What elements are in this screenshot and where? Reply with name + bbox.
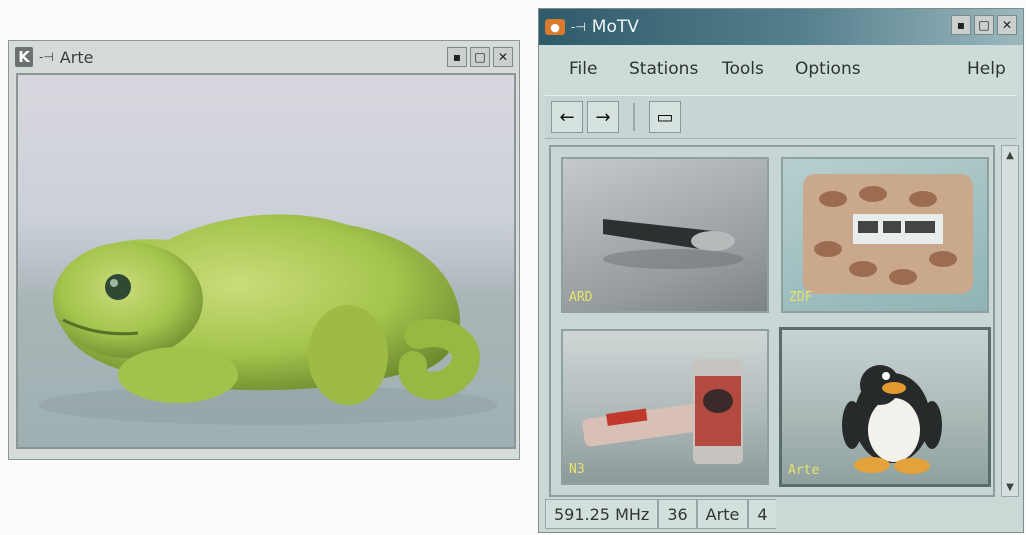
- station-grid: ARD ZDF N3 Arte: [549, 145, 995, 497]
- arte-titlebar[interactable]: K -⊣ Arte ▪ □ ✕: [9, 41, 519, 73]
- menu-stations[interactable]: Stations: [629, 59, 698, 79]
- can-and-bar-image: [582, 359, 743, 464]
- minimize-icon[interactable]: ▪: [447, 47, 467, 67]
- menu-file[interactable]: File: [569, 59, 597, 79]
- snack-bag-image: [803, 174, 973, 294]
- station-tile-arte[interactable]: Arte: [779, 327, 991, 487]
- fullscreen-icon[interactable]: ▭: [649, 101, 681, 133]
- station-label: ARD: [569, 290, 593, 305]
- video-display[interactable]: [16, 73, 516, 449]
- status-bar: 591.25 MHz 36 Arte 4: [545, 499, 1017, 529]
- scroll-up-icon[interactable]: ▲: [1003, 148, 1017, 162]
- station-tile-n3[interactable]: N3: [561, 329, 769, 485]
- close-icon[interactable]: ✕: [997, 15, 1017, 35]
- station-tile-ard[interactable]: ARD: [561, 157, 769, 313]
- minimize-icon[interactable]: ▪: [951, 15, 971, 35]
- toolbar: ← → ▭: [545, 95, 1017, 139]
- maximize-icon[interactable]: □: [974, 15, 994, 35]
- forward-arrow-icon[interactable]: →: [587, 101, 619, 133]
- pin-icon[interactable]: -⊣: [39, 50, 54, 64]
- status-station: Arte: [696, 499, 749, 529]
- menu-tools[interactable]: Tools: [722, 59, 764, 79]
- station-tile-zdf[interactable]: ZDF: [781, 157, 989, 313]
- remote-control-image: [603, 219, 743, 269]
- station-label: Arte: [788, 463, 820, 478]
- station-label: N3: [569, 462, 585, 477]
- pin-icon[interactable]: -⊣: [571, 20, 586, 34]
- close-icon[interactable]: ✕: [493, 47, 513, 67]
- menu-bar: File Stations Tools Options Help: [539, 45, 1023, 95]
- scroll-down-icon[interactable]: ▼: [1003, 480, 1017, 494]
- kde-menu-icon[interactable]: K: [15, 47, 33, 67]
- vertical-scrollbar[interactable]: ▲ ▼: [1001, 145, 1019, 497]
- tux-penguin-image: [842, 365, 942, 474]
- window-title: MoTV: [591, 17, 639, 37]
- chameleon-plush-image: [38, 214, 498, 425]
- motv-window: ● -⊣ MoTV ▪ □ ✕ File Stations Tools Opti…: [538, 8, 1024, 533]
- motv-titlebar[interactable]: ● -⊣ MoTV ▪ □ ✕: [539, 9, 1023, 45]
- window-title: Arte: [59, 47, 94, 67]
- maximize-icon[interactable]: □: [470, 47, 490, 67]
- menu-options[interactable]: Options: [795, 59, 861, 79]
- arte-window: K -⊣ Arte ▪ □ ✕: [8, 40, 520, 460]
- menu-help[interactable]: Help: [967, 59, 1006, 79]
- station-label: ZDF: [789, 290, 813, 305]
- status-channel: 36: [658, 499, 697, 529]
- status-index: 4: [748, 499, 776, 529]
- motv-app-icon[interactable]: ●: [545, 19, 565, 35]
- toolbar-separator: [633, 103, 635, 131]
- back-arrow-icon[interactable]: ←: [551, 101, 583, 133]
- status-frequency: 591.25 MHz: [545, 499, 659, 529]
